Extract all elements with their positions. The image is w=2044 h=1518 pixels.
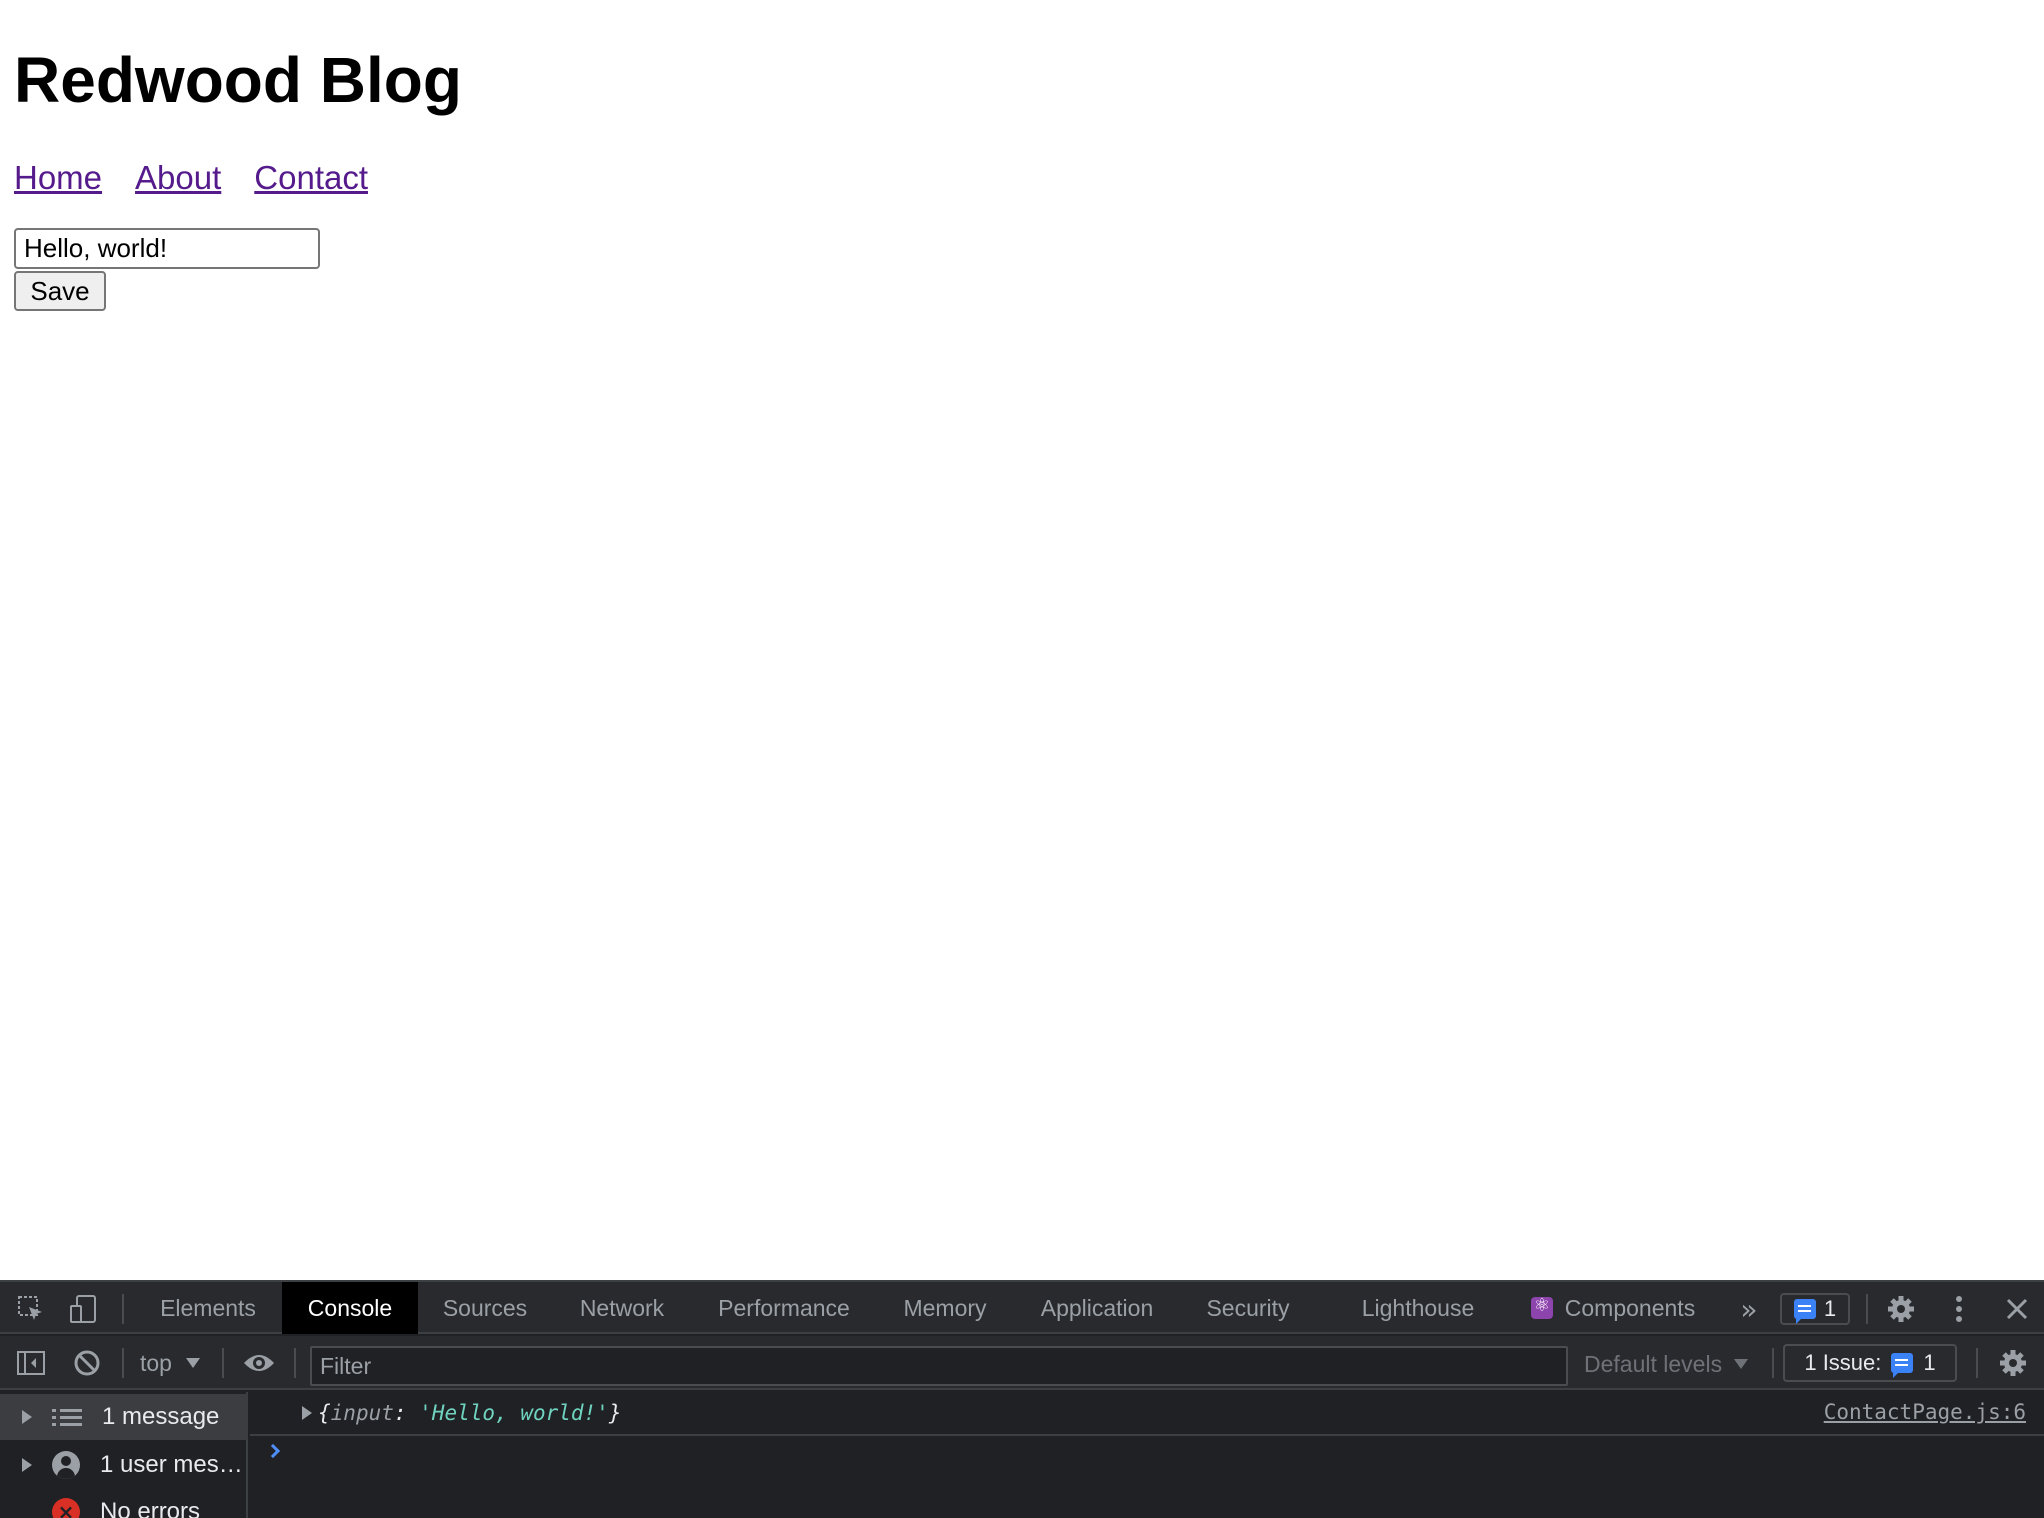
devtools-panel: Elements Console Sources Network Perform… bbox=[0, 1280, 2044, 1518]
expand-triangle-icon bbox=[22, 1458, 32, 1472]
sidebar-item-messages[interactable]: 1 message bbox=[0, 1394, 248, 1440]
toolbar-separator bbox=[122, 1348, 124, 1378]
log-key: input bbox=[330, 1401, 394, 1425]
tab-components-label: Components bbox=[1564, 1294, 1696, 1321]
inspect-element-icon[interactable] bbox=[14, 1294, 48, 1324]
prompt-chevron-icon bbox=[265, 1443, 281, 1459]
console-filter-input[interactable] bbox=[310, 1346, 1568, 1386]
issues-chat-icon bbox=[1891, 1353, 1914, 1378]
more-tabs-icon[interactable]: » bbox=[1734, 1293, 1764, 1326]
console-toolbar: top Default levels 1 Issue: 1 bbox=[0, 1336, 2044, 1390]
list-icon bbox=[52, 1408, 82, 1426]
tab-network[interactable]: Network bbox=[556, 1282, 688, 1334]
kebab-menu-icon[interactable] bbox=[1944, 1292, 1974, 1326]
sidebar-item-errors[interactable]: × No errors bbox=[0, 1488, 248, 1518]
tab-security[interactable]: Security bbox=[1182, 1282, 1314, 1334]
nav-link-contact[interactable]: Contact bbox=[254, 156, 368, 200]
console-sidebar: 1 message 1 user mes… × No errors bbox=[0, 1392, 248, 1518]
device-toolbar-icon[interactable] bbox=[66, 1294, 100, 1324]
tab-lighthouse[interactable]: Lighthouse bbox=[1344, 1282, 1492, 1334]
tab-application[interactable]: Application bbox=[1024, 1282, 1170, 1334]
chevron-down-icon bbox=[1734, 1359, 1749, 1369]
message-input[interactable] bbox=[14, 228, 320, 269]
console-settings-gear-icon[interactable] bbox=[1996, 1346, 2030, 1380]
log-value: 'Hello, world!' bbox=[419, 1401, 609, 1425]
sidebar-item-label: No errors bbox=[100, 1498, 201, 1518]
issues-button[interactable]: 1 Issue: 1 bbox=[1783, 1344, 1957, 1382]
issues-count: 1 bbox=[1823, 1296, 1837, 1321]
log-source-link[interactable]: ContactPage.js:6 bbox=[1824, 1400, 2026, 1424]
tab-console[interactable]: Console bbox=[282, 1282, 418, 1334]
toolbar-separator bbox=[1772, 1348, 1774, 1378]
log-open-brace: { bbox=[318, 1401, 331, 1425]
error-icon: × bbox=[52, 1498, 80, 1518]
user-icon bbox=[52, 1451, 80, 1479]
tabbar-separator bbox=[122, 1294, 124, 1324]
issues-chat-icon bbox=[1793, 1299, 1816, 1324]
tab-memory[interactable]: Memory bbox=[880, 1282, 1010, 1334]
context-selector[interactable]: top bbox=[140, 1346, 200, 1380]
tab-components[interactable]: Components bbox=[1514, 1282, 1712, 1334]
live-expression-eye-icon[interactable] bbox=[240, 1348, 278, 1378]
issues-button-count: 1 bbox=[1923, 1350, 1936, 1375]
sidebar-item-label: 1 user mes… bbox=[100, 1451, 243, 1478]
sidebar-item-label: 1 message bbox=[102, 1403, 220, 1430]
console-log-entry[interactable]: { input : 'Hello, world!' } ContactPage.… bbox=[250, 1392, 2044, 1436]
issues-button-label: 1 Issue: bbox=[1804, 1350, 1882, 1375]
settings-gear-icon[interactable] bbox=[1884, 1292, 1918, 1326]
tab-performance[interactable]: Performance bbox=[696, 1282, 872, 1334]
context-selector-label: top bbox=[140, 1349, 172, 1376]
react-icon bbox=[1530, 1295, 1553, 1319]
issues-counter-button[interactable]: 1 bbox=[1780, 1293, 1850, 1325]
sidebar-toggle-icon[interactable] bbox=[14, 1348, 48, 1378]
nav-link-about[interactable]: About bbox=[135, 156, 221, 200]
toolbar-separator bbox=[294, 1348, 296, 1378]
nav-link-home[interactable]: Home bbox=[14, 156, 102, 200]
expand-triangle-icon bbox=[22, 1410, 32, 1424]
tab-elements[interactable]: Elements bbox=[140, 1282, 276, 1334]
console-prompt[interactable] bbox=[250, 1438, 2044, 1478]
log-levels-label: Default levels bbox=[1584, 1350, 1723, 1377]
page-content: Redwood Blog Home About Contact Save bbox=[0, 0, 2044, 1280]
chevron-down-icon bbox=[185, 1358, 200, 1368]
main-nav: Home About Contact bbox=[14, 156, 368, 200]
save-button[interactable]: Save bbox=[14, 271, 106, 311]
toolbar-separator bbox=[1976, 1348, 1978, 1378]
log-colon: : bbox=[393, 1401, 420, 1425]
expand-object-icon[interactable] bbox=[302, 1406, 312, 1420]
close-devtools-icon[interactable] bbox=[2000, 1292, 2034, 1326]
devtools-tabbar: Elements Console Sources Network Perform… bbox=[0, 1282, 2044, 1334]
tabbar-separator bbox=[1866, 1294, 1868, 1324]
log-close-brace: } bbox=[608, 1401, 622, 1425]
tab-sources[interactable]: Sources bbox=[420, 1282, 550, 1334]
clear-console-icon[interactable] bbox=[70, 1348, 104, 1378]
sidebar-item-user-messages[interactable]: 1 user mes… bbox=[0, 1442, 248, 1488]
toolbar-separator bbox=[222, 1348, 224, 1378]
console-output: { input : 'Hello, world!' } ContactPage.… bbox=[250, 1392, 2044, 1518]
log-levels-dropdown[interactable]: Default levels bbox=[1584, 1346, 1749, 1382]
site-title: Redwood Blog bbox=[14, 44, 462, 116]
